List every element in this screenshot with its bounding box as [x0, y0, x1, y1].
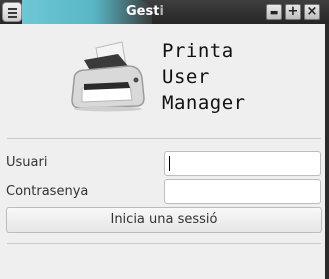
app-name: Printa User Manager — [162, 38, 246, 116]
separator — [7, 138, 321, 139]
separator — [7, 243, 321, 244]
text-caret — [169, 156, 170, 171]
minimize-button[interactable]: ▬ — [266, 4, 282, 20]
window-menu-button[interactable] — [2, 2, 22, 22]
close-icon: × — [306, 4, 318, 19]
title-bar[interactable]: Gesti ▬ + × — [0, 0, 329, 24]
window-title: Gesti — [126, 4, 164, 19]
username-input[interactable] — [164, 151, 321, 176]
close-button[interactable]: × — [304, 4, 320, 20]
menu-icon-line — [8, 8, 17, 10]
menu-icon-line — [8, 12, 17, 14]
app-name-line: User — [162, 66, 210, 88]
maximize-icon: + — [287, 4, 299, 19]
password-label: Contrasenya — [6, 184, 89, 199]
password-input[interactable] — [164, 179, 321, 204]
maximize-button[interactable]: + — [285, 4, 301, 20]
minimize-icon: ▬ — [269, 8, 279, 18]
menu-icon-line — [8, 16, 17, 18]
login-button[interactable]: Inicia una sessió — [6, 207, 322, 233]
window-edge — [325, 24, 329, 279]
app-name-line: Printa — [162, 40, 234, 62]
login-window: Gesti ▬ + × Printa User Manager Usuari C… — [0, 0, 329, 279]
username-label: Usuari — [6, 155, 48, 170]
app-name-line: Manager — [162, 92, 246, 114]
printer-icon — [66, 40, 148, 116]
